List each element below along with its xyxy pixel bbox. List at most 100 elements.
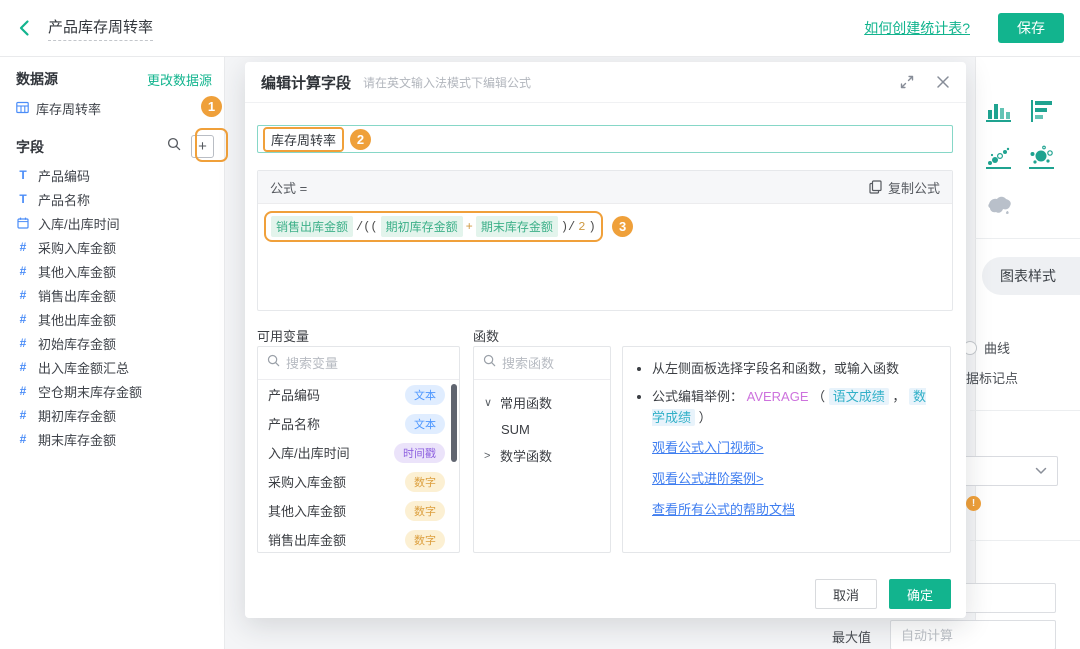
help-link[interactable]: 观看公式入门视频> bbox=[652, 438, 936, 459]
curve-radio-label: 曲线 bbox=[984, 341, 1011, 356]
field-name-input[interactable]: 库存周转率 2 bbox=[257, 125, 953, 153]
example-field-token: 语文成绩 bbox=[828, 387, 889, 405]
field-label: 采购入库金额 bbox=[38, 240, 117, 256]
text-field-icon: T bbox=[19, 192, 27, 206]
sidebar-field-item[interactable]: # 其他出库金额 bbox=[0, 307, 225, 331]
close-icon[interactable] bbox=[936, 75, 950, 89]
field-label: 入库/出库时间 bbox=[38, 216, 120, 232]
type-badge: 数字 bbox=[405, 471, 445, 492]
function-group[interactable]: ∨ 常用函数 bbox=[484, 389, 600, 416]
field-label: 初始库存金额 bbox=[38, 336, 117, 352]
variable-item[interactable]: 产品编码 文本 bbox=[258, 380, 459, 409]
annotation-badge-2: 2 bbox=[350, 128, 372, 150]
number-field-icon: # bbox=[19, 264, 27, 278]
datasource-table-item[interactable]: 库存周转率 bbox=[16, 99, 101, 118]
scatter-chart-icon[interactable] bbox=[985, 144, 1012, 176]
sidebar-field-item[interactable]: T 产品名称 bbox=[0, 187, 225, 211]
field-label: 产品编码 bbox=[38, 168, 91, 184]
sidebar-field-item[interactable]: # 空仓期末库存金额 bbox=[0, 379, 225, 403]
scrollbar-thumb[interactable] bbox=[451, 384, 457, 462]
sidebar-field-item[interactable]: 入库/出库时间 bbox=[0, 211, 225, 235]
annotation-box-3: 销售出库金额/((期初库存金额 + 期末库存金额)/2) bbox=[264, 211, 603, 242]
chevron-down-icon: ∨ bbox=[484, 397, 493, 409]
max-value-input[interactable] bbox=[890, 620, 1056, 649]
datasource-table-name: 库存周转率 bbox=[36, 102, 102, 117]
number-field-icon: # bbox=[19, 360, 27, 374]
map-chart-icon[interactable] bbox=[985, 192, 1015, 225]
column-chart-icon[interactable] bbox=[985, 98, 1012, 129]
bubble-chart-icon[interactable] bbox=[1028, 144, 1055, 176]
sidebar-field-item[interactable]: # 期初库存金额 bbox=[0, 403, 225, 427]
tip-text-part: ） bbox=[698, 409, 712, 425]
sidebar-field-item[interactable]: # 其他入库金额 bbox=[0, 259, 225, 283]
function-group[interactable]: > 数学函数 bbox=[484, 442, 600, 469]
annotation-box-2: 库存周转率 bbox=[263, 126, 345, 152]
help-link[interactable]: 观看公式进阶案例> bbox=[652, 469, 936, 490]
variable-item[interactable]: 其他入库金额 数字 bbox=[258, 496, 459, 525]
back-icon[interactable] bbox=[16, 19, 34, 37]
variable-name: 其他入库金额 bbox=[268, 504, 347, 519]
save-button[interactable]: 保存 bbox=[998, 13, 1064, 43]
formula-operator: )/ bbox=[560, 219, 576, 234]
type-badge: 数字 bbox=[405, 500, 445, 521]
formula-editor[interactable]: 销售出库金额/((期初库存金额 + 期末库存金额)/2) 3 bbox=[258, 204, 952, 249]
table-icon bbox=[16, 101, 29, 117]
variables-section-label: 可用变量 bbox=[257, 329, 310, 344]
page-title[interactable]: 产品库存周转率 bbox=[48, 16, 154, 41]
tip-text: 从左侧面板选择字段名和函数，或输入函数 bbox=[652, 359, 936, 380]
sidebar-field-item[interactable]: # 采购入库金额 bbox=[0, 235, 225, 259]
config-dropdown[interactable] bbox=[950, 456, 1058, 486]
edit-calc-field-dialog: 编辑计算字段 请在英文输入法模式下编辑公式 库存周转率 2 公式 = 复制公式 bbox=[245, 62, 966, 618]
change-datasource-link[interactable]: 更改数据源 bbox=[147, 70, 212, 89]
search-variables-input[interactable] bbox=[286, 355, 450, 371]
variable-item[interactable]: 销售出库金额 数字 bbox=[258, 525, 459, 554]
field-label: 销售出库金额 bbox=[38, 288, 117, 304]
search-icon bbox=[267, 354, 280, 372]
bar-chart-icon[interactable] bbox=[1028, 98, 1055, 129]
number-field-icon: # bbox=[19, 432, 27, 446]
dialog-title: 编辑计算字段 bbox=[261, 74, 352, 92]
field-label: 期末库存金额 bbox=[38, 432, 117, 448]
field-label: 其他入库金额 bbox=[38, 264, 117, 280]
confirm-button[interactable]: 确定 bbox=[889, 579, 951, 609]
type-badge: 时间戳 bbox=[394, 442, 445, 463]
top-bar: 产品库存周转率 如何创建统计表? 保存 bbox=[0, 0, 1080, 57]
tip-text-part: ， bbox=[888, 388, 910, 404]
help-link[interactable]: 如何创建统计表? bbox=[864, 18, 970, 38]
sidebar-field-item[interactable]: # 出入库金额汇总 bbox=[0, 355, 225, 379]
app-root: 产品库存周转率 如何创建统计表? 保存 数据源 更改数据源 库存周转率 字段 +… bbox=[0, 0, 1080, 649]
sidebar-field-item[interactable]: # 初始库存金额 bbox=[0, 331, 225, 355]
search-fields-icon[interactable] bbox=[167, 137, 181, 156]
tips-panel: 从左侧面板选择字段名和函数，或输入函数 公式编辑举例： AVERAGE （ 语文… bbox=[622, 346, 951, 553]
field-label: 空仓期末库存金额 bbox=[38, 384, 143, 400]
search-functions-input[interactable] bbox=[502, 355, 601, 371]
help-link[interactable]: 查看所有公式的帮助文档 bbox=[652, 500, 936, 521]
number-field-icon: # bbox=[19, 288, 27, 302]
add-field-button[interactable]: + bbox=[191, 135, 214, 158]
field-label: 出入库金额汇总 bbox=[38, 360, 130, 376]
variable-item[interactable]: 采购入库金额 数字 bbox=[258, 467, 459, 496]
type-badge: 文本 bbox=[405, 413, 445, 434]
number-field-icon: # bbox=[19, 312, 27, 326]
formula-label: 公式 = bbox=[270, 180, 308, 196]
variable-item[interactable]: 入库/出库时间 时间戳 bbox=[258, 438, 459, 467]
annotation-badge-1: 1 bbox=[201, 96, 222, 117]
formula-field-token: 期末库存金额 bbox=[475, 216, 558, 237]
example-function-name: AVERAGE bbox=[746, 388, 809, 404]
expand-icon[interactable] bbox=[900, 75, 914, 89]
field-list: T 产品编码 T 产品名称 入库/出库时间 # 采购入库金额 # 其他入库金额 # 销售出库金额 # 其… bbox=[0, 163, 225, 451]
cancel-button[interactable]: 取消 bbox=[815, 579, 877, 609]
search-icon bbox=[483, 354, 496, 372]
tab-chart-style[interactable]: 图表样式 bbox=[982, 257, 1080, 295]
variable-item[interactable]: 产品名称 文本 bbox=[258, 409, 459, 438]
sidebar-field-item[interactable]: # 销售出库金额 bbox=[0, 283, 225, 307]
sidebar-field-item[interactable]: # 期末库存金额 bbox=[0, 427, 225, 451]
sidebar-field-item[interactable]: T 产品编码 bbox=[0, 163, 225, 187]
function-group-label: 常用函数 bbox=[500, 396, 553, 411]
number-field-icon: # bbox=[19, 384, 27, 398]
copy-formula-button[interactable]: 复制公式 bbox=[869, 178, 940, 197]
annotation-badge-3: 3 bbox=[612, 216, 634, 237]
function-item[interactable]: SUM bbox=[484, 416, 600, 442]
dialog-subtitle: 请在英文输入法模式下编辑公式 bbox=[363, 75, 532, 90]
variable-name: 入库/出库时间 bbox=[268, 446, 350, 461]
